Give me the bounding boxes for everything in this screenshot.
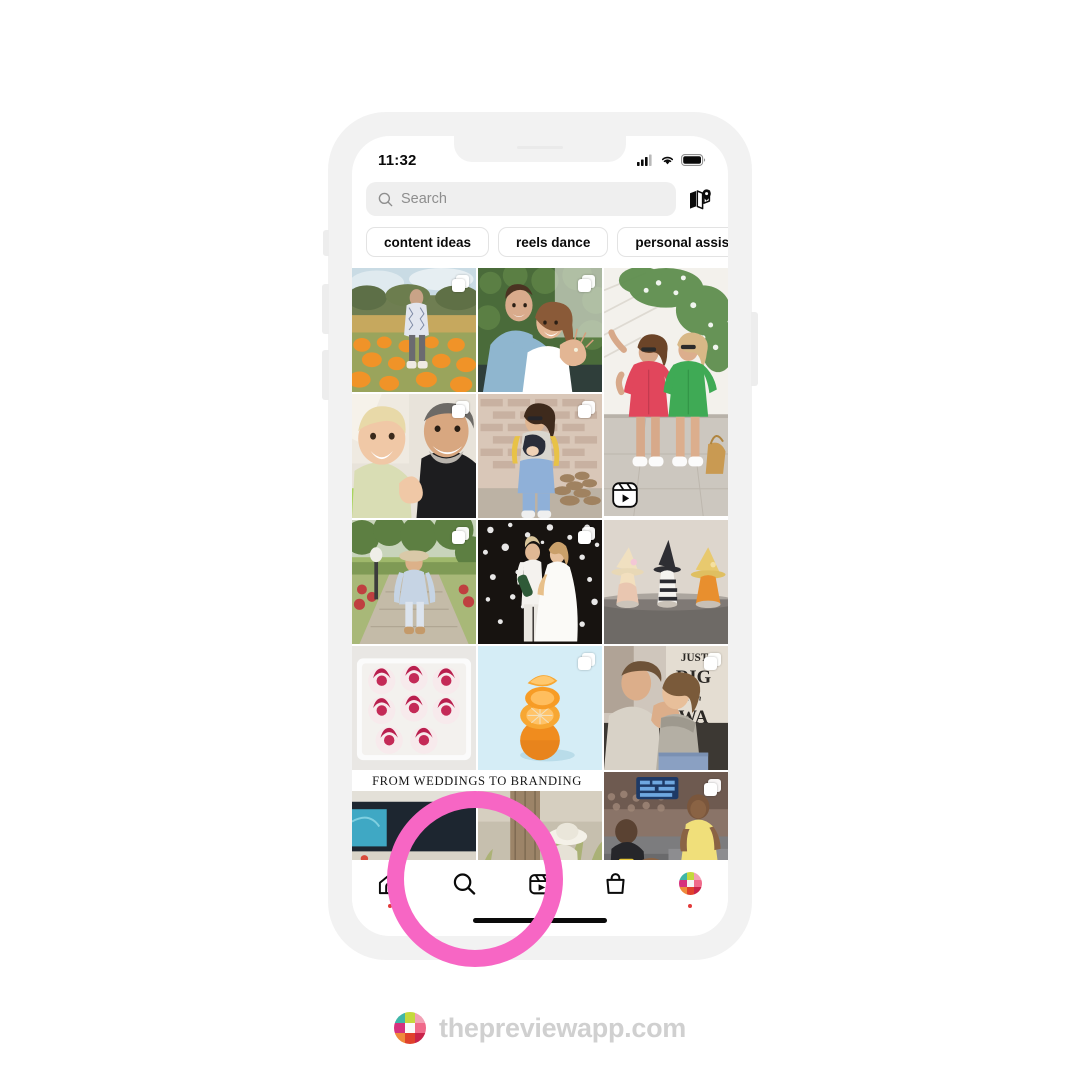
photo-witch-hat-bottles (604, 520, 728, 644)
reels-icon (528, 874, 552, 895)
filter-pill-label: personal assis (635, 234, 728, 250)
battery-icon (681, 154, 706, 166)
earpiece-speaker (517, 146, 563, 149)
filter-pill[interactable]: reels dance (498, 227, 609, 257)
map-pin-icon (690, 188, 711, 209)
photo-pink-cupcakes-tray (352, 646, 476, 770)
search-icon (454, 873, 476, 895)
bottom-navigation-bar (352, 860, 728, 936)
grid-cell-champagne-wedding[interactable] (478, 520, 602, 644)
avatar-icon (678, 872, 702, 895)
grid-cell-pumpkin-patch[interactable] (352, 268, 476, 392)
grid-cell-woman-with-baby[interactable] (478, 394, 602, 518)
photo-caption-overlay: FROM WEDDINGS TO BRANDING (352, 772, 602, 791)
footer-brand-text: thepreviewapp.com (439, 1012, 686, 1043)
status-bar-time: 11:32 (378, 151, 417, 169)
preview-app-logo-icon (394, 1012, 426, 1044)
nav-item-search[interactable] (427, 872, 502, 912)
carousel-badge (452, 527, 469, 544)
explore-photo-grid: JUST RIG In Th WA (352, 268, 728, 896)
home-notification-dot (387, 904, 392, 908)
reels-icon (612, 482, 638, 508)
grid-cell-two-women-reel[interactable] (604, 268, 728, 516)
carousel-badge (452, 275, 469, 292)
carousel-badge (578, 653, 595, 670)
search-input[interactable]: Search (366, 182, 676, 216)
carousel-badge (578, 527, 595, 544)
photo-two-women-dresses (604, 268, 728, 516)
search-placeholder: Search (401, 191, 447, 207)
carousel-badge (578, 275, 595, 292)
grid-cell-couple-embrace[interactable]: JUST RIG In Th WA (604, 646, 728, 770)
grid-cell-cupcakes[interactable] (352, 646, 476, 770)
carousel-badge (704, 779, 721, 796)
filter-pill[interactable]: personal assis (617, 227, 728, 257)
status-bar-icons (637, 154, 706, 166)
nav-item-reels[interactable] (502, 872, 577, 912)
footer-branding: thepreviewapp.com (0, 1012, 1080, 1044)
phone-screen: 11:32 Search content ideas reels dance p… (352, 136, 728, 936)
wifi-icon (661, 156, 674, 165)
phone-device-frame: 11:32 Search content ideas reels dance p… (322, 112, 758, 960)
search-icon (378, 192, 393, 206)
grid-cell-orange-stack[interactable] (478, 646, 602, 770)
filter-pill[interactable]: content ideas (366, 227, 490, 257)
filter-pill-row[interactable]: content ideas reels dance personal assis (352, 216, 728, 268)
volume-down-button[interactable] (322, 350, 329, 400)
profile-notification-dot (688, 904, 693, 908)
screenshot-canvas: 11:32 Search content ideas reels dance p… (0, 0, 1080, 1080)
grid-cell-engaged-couple[interactable] (478, 268, 602, 392)
home-icon (379, 873, 401, 895)
grid-cell-witch-figurines[interactable] (604, 520, 728, 644)
nav-item-shop[interactable] (578, 872, 653, 912)
map-button[interactable] (686, 185, 714, 213)
filter-pill-label: content ideas (384, 234, 472, 250)
search-header: Search (352, 178, 728, 216)
reels-badge (612, 482, 638, 508)
filter-pill-label: reels dance (516, 234, 591, 250)
silent-switch[interactable] (323, 230, 329, 256)
shop-bag-icon (606, 873, 625, 894)
carousel-badge (704, 653, 721, 670)
device-notch (454, 136, 626, 162)
signal-bars-icon (637, 154, 652, 166)
home-indicator[interactable] (473, 918, 607, 923)
carousel-badge (578, 401, 595, 418)
nav-item-profile[interactable] (653, 872, 728, 912)
grid-cell-garden-path[interactable] (352, 520, 476, 644)
power-button[interactable] (751, 312, 758, 386)
nav-item-home[interactable] (352, 872, 427, 912)
volume-up-button[interactable] (322, 284, 329, 334)
grid-cell-toddler-selfie[interactable] (352, 394, 476, 518)
carousel-badge (452, 401, 469, 418)
